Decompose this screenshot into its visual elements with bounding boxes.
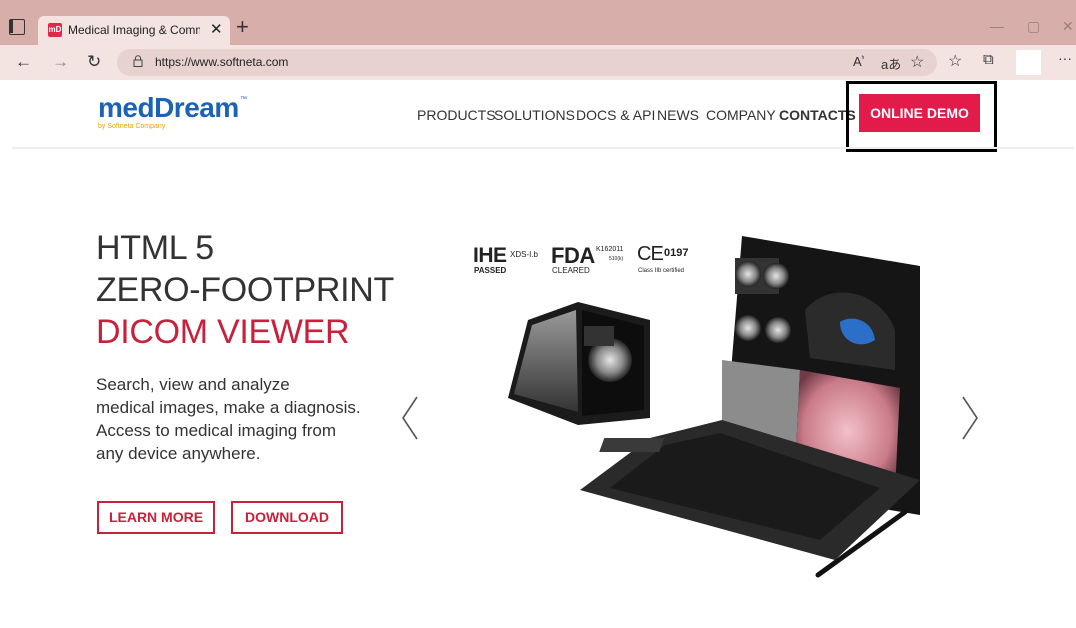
collections-icon[interactable]: ⧉ <box>983 51 994 68</box>
restore-icon[interactable]: ▢ <box>1027 18 1040 35</box>
hero-desc-line: medical images, make a diagnosis. <box>96 398 361 417</box>
translate-icon[interactable]: aあ <box>881 54 901 73</box>
lock-icon <box>133 55 143 67</box>
carousel-next-icon[interactable] <box>960 395 980 441</box>
nav-company[interactable]: COMPANY <box>706 107 776 123</box>
foldable-phone <box>508 302 650 425</box>
header-divider <box>12 147 1074 149</box>
nav-solutions[interactable]: SOLUTIONS <box>494 107 575 123</box>
hero-desc-line: Search, view and analyze <box>96 375 290 394</box>
favorites-icon[interactable]: ☆ <box>948 51 962 71</box>
hero-title-line2: ZERO-FOOTPRINT <box>96 271 394 309</box>
browser-tab-bar: mD Medical Imaging & Communicati ✕ + — ▢… <box>0 0 1076 45</box>
nav-news[interactable]: NEWS <box>657 107 699 123</box>
hero-desc-line: any device anywhere. <box>96 444 261 463</box>
browser-toolbar: ← → ↻ https://www.softneta.com Aʰ aあ ☆ ☆… <box>0 45 1076 80</box>
url-text: https://www.softneta.com <box>155 55 289 69</box>
new-tab-icon[interactable]: + <box>236 14 249 40</box>
download-button[interactable]: DOWNLOAD <box>231 501 343 534</box>
hero-desc-line: Access to medical imaging from <box>96 421 336 440</box>
device-illustration <box>508 236 920 578</box>
site-logo[interactable]: medDream ™ by Softneta Company <box>98 92 247 131</box>
logo-trademark: ™ <box>240 96 247 103</box>
profile-avatar[interactable] <box>1016 50 1041 75</box>
hero-title-line1: HTML 5 <box>96 229 214 267</box>
carousel-prev-icon[interactable] <box>400 395 420 441</box>
browser-tab[interactable]: mD Medical Imaging & Communicati ✕ <box>38 16 230 45</box>
logo-subtitle: by Softneta Company <box>98 123 166 130</box>
hero-description: Search, view and analyze medical images,… <box>96 373 386 465</box>
learn-more-button[interactable]: LEARN MORE <box>97 501 215 534</box>
close-tab-icon[interactable]: ✕ <box>210 20 223 38</box>
logo-wordmark: medDream <box>98 92 239 123</box>
address-bar[interactable]: https://www.softneta.com Aʰ aあ ☆ <box>117 49 937 76</box>
tab-title: Medical Imaging & Communicati <box>68 23 200 37</box>
forward-icon[interactable]: → <box>52 52 69 72</box>
nav-docs-api[interactable]: DOCS & API <box>576 107 655 123</box>
close-window-icon[interactable]: ✕ <box>1062 18 1074 35</box>
tab-actions-icon[interactable] <box>9 19 25 35</box>
back-icon[interactable]: ← <box>15 52 32 72</box>
nav-contacts[interactable]: CONTACTS <box>779 107 856 123</box>
more-menu-icon[interactable]: ··· <box>1058 50 1072 66</box>
online-demo-button[interactable]: ONLINE DEMO <box>859 94 980 132</box>
minimize-icon[interactable]: — <box>990 18 1004 34</box>
add-favorite-icon[interactable]: ☆ <box>910 52 924 72</box>
nav-products[interactable]: PRODUCTS <box>417 107 496 123</box>
site-favicon-icon: mD <box>48 23 62 37</box>
refresh-icon[interactable]: ↻ <box>87 52 101 72</box>
read-aloud-icon[interactable]: Aʰ <box>853 54 864 69</box>
hero-title-line3: DICOM VIEWER <box>96 313 350 351</box>
